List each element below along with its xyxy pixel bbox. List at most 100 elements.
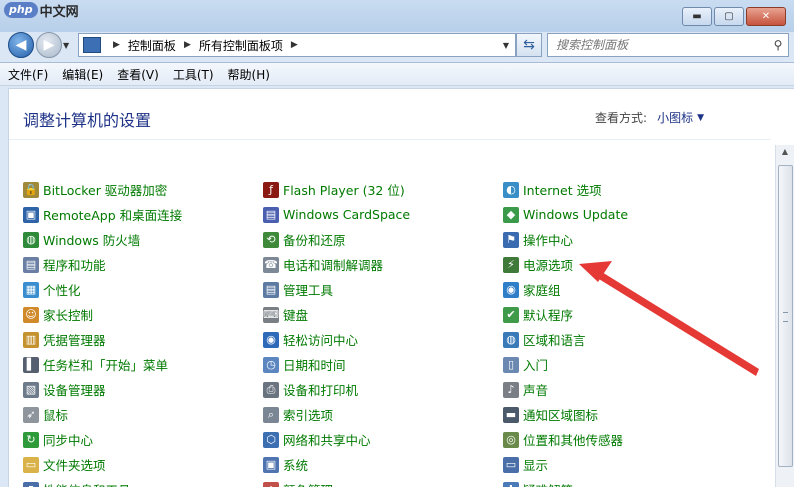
- control-panel-item[interactable]: ▦ 个性化: [23, 277, 182, 302]
- breadcrumb-separator-icon[interactable]: ▶: [113, 40, 120, 50]
- control-panel-item[interactable]: ⬡ 网络和共享中心: [263, 427, 410, 452]
- scroll-up-icon[interactable]: ▲: [778, 147, 792, 161]
- control-panel-item[interactable]: ▥ 凭据管理器: [23, 327, 182, 352]
- control-panel-item[interactable]: ◉ 轻松访问中心: [263, 327, 410, 352]
- cardspace-icon: ▤: [263, 206, 279, 223]
- close-button[interactable]: ✕: [746, 7, 786, 26]
- menu-view[interactable]: 查看(V): [117, 66, 159, 83]
- control-panel-item[interactable]: ▣ RemoteApp 和桌面连接: [23, 202, 182, 227]
- folder-options-icon: ▭: [23, 456, 39, 473]
- control-panel-item[interactable]: ◐ Internet 选项: [503, 177, 628, 202]
- color-management-icon: ◈: [263, 481, 279, 487]
- getting-started-icon: ▯: [503, 356, 519, 373]
- breadcrumb-separator-icon[interactable]: ▶: [291, 40, 298, 50]
- location-sensors-icon: ◎: [503, 431, 519, 448]
- address-bar[interactable]: ▶ 控制面板 ▶ 所有控制面板项 ▶ ▼: [78, 33, 516, 57]
- control-panel-item[interactable]: 🔒 BitLocker 驱动器加密: [23, 177, 182, 202]
- control-panel-item[interactable]: ▣ 系统: [263, 452, 410, 477]
- forward-button[interactable]: ▶: [36, 32, 62, 58]
- history-dropdown-icon[interactable]: ▼: [63, 41, 69, 50]
- control-panel-item-label: 任务栏和「开始」菜单: [43, 358, 169, 373]
- control-panel-item-label: 轻松访问中心: [283, 333, 359, 348]
- control-panel-item[interactable]: ◆ Windows Update: [503, 202, 628, 227]
- control-panel-item-label: 设备和打印机: [283, 383, 359, 398]
- control-panel-item[interactable]: ⌕ 索引选项: [263, 402, 410, 427]
- control-panel-item[interactable]: ☺ 家长控制: [23, 302, 182, 327]
- vertical-scrollbar[interactable]: ▲: [775, 145, 794, 487]
- search-box[interactable]: ⚲: [547, 33, 789, 57]
- control-panel-item[interactable]: ✚ 疑难解答: [503, 477, 628, 487]
- menu-file[interactable]: 文件(F): [8, 66, 48, 83]
- control-panel-item[interactable]: ▬ 通知区域图标: [503, 402, 628, 427]
- view-by-label: 查看方式:: [595, 111, 648, 125]
- search-input[interactable]: [548, 37, 768, 53]
- control-panel-item-label: 通知区域图标: [523, 408, 599, 423]
- control-panel-item[interactable]: ◍ Windows 防火墙: [23, 227, 182, 252]
- sync-center-icon: ↻: [23, 431, 39, 448]
- control-panel-item[interactable]: ↻ 同步中心: [23, 427, 182, 452]
- printer-icon: ⎙: [263, 381, 279, 398]
- control-panel-item[interactable]: ◍ 区域和语言: [503, 327, 628, 352]
- back-arrow-icon: ◀: [15, 37, 27, 53]
- ease-of-access-icon: ◉: [263, 331, 279, 348]
- control-panel-item[interactable]: ⚑ 操作中心: [503, 227, 628, 252]
- forward-arrow-icon: ▶: [43, 37, 55, 53]
- control-panel-item-label: 系统: [283, 458, 309, 473]
- bitlocker-icon: 🔒: [23, 181, 39, 198]
- search-icon[interactable]: ⚲: [768, 38, 788, 52]
- control-panel-item[interactable]: ⎙ 设备和打印机: [263, 377, 410, 402]
- breadcrumb-separator-icon[interactable]: ▶: [184, 40, 191, 50]
- control-panel-item[interactable]: ▧ 设备管理器: [23, 377, 182, 402]
- breadcrumb-all-items[interactable]: 所有控制面板项: [199, 37, 283, 54]
- control-panel-item[interactable]: ▤ 程序和功能: [23, 252, 182, 277]
- grip-icon: [783, 312, 788, 322]
- control-panel-item-label: 网络和共享中心: [283, 433, 371, 448]
- refresh-icon: ⇆: [523, 37, 535, 53]
- control-panel-item[interactable]: ▭ 文件夹选项: [23, 452, 182, 477]
- control-panel-content: 调整计算机的设置 查看方式: 小图标 ▼ 🔒 BitLocker 驱动器加密 ▣ Re…: [8, 88, 794, 487]
- control-panel-item[interactable]: ƒ Flash Player (32 位): [263, 177, 410, 202]
- control-panel-item-label: 程序和功能: [43, 258, 106, 273]
- control-panel-item[interactable]: ◈ 颜色管理: [263, 477, 410, 487]
- control-panel-item-label: 键盘: [283, 308, 309, 323]
- address-dropdown-icon[interactable]: ▼: [497, 41, 515, 50]
- control-panel-item[interactable]: ▤ Windows CardSpace: [263, 202, 410, 227]
- maximize-button[interactable]: ▢: [714, 7, 744, 26]
- control-panel-item[interactable]: ⚡ 电源选项: [503, 252, 628, 277]
- minimize-button[interactable]: ▬: [682, 7, 712, 26]
- scrollbar-thumb[interactable]: [778, 165, 793, 467]
- firewall-icon: ◍: [23, 231, 39, 248]
- control-panel-item[interactable]: ▯ 入门: [503, 352, 628, 377]
- view-by: 查看方式: 小图标 ▼: [595, 109, 704, 126]
- control-panel-item-label: Windows CardSpace: [283, 207, 411, 222]
- back-button[interactable]: ◀: [8, 32, 34, 58]
- control-panel-item[interactable]: ☎ 电话和调制解调器: [263, 252, 410, 277]
- refresh-button[interactable]: ⇆: [516, 33, 542, 57]
- control-panel-item[interactable]: ➶ 鼠标: [23, 402, 182, 427]
- control-panel-item[interactable]: ⟲ 备份和还原: [263, 227, 410, 252]
- menu-help[interactable]: 帮助(H): [228, 66, 270, 83]
- control-panel-item[interactable]: ▤ 管理工具: [263, 277, 410, 302]
- control-panel-item[interactable]: ◉ 家庭组: [503, 277, 628, 302]
- control-panel-item[interactable]: ♪ 声音: [503, 377, 628, 402]
- close-icon: ✕: [761, 11, 771, 22]
- control-panel-item[interactable]: ✔ 默认程序: [503, 302, 628, 327]
- menu-tools[interactable]: 工具(T): [173, 66, 214, 83]
- control-panel-item[interactable]: ⌨ 键盘: [263, 302, 410, 327]
- credential-manager-icon: ▥: [23, 331, 39, 348]
- title-bar: php 中文网 ▬ ▢ ✕: [0, 0, 794, 32]
- menu-edit[interactable]: 编辑(E): [62, 66, 103, 83]
- control-panel-item[interactable]: ◷ 日期和时间: [263, 352, 410, 377]
- control-panel-item[interactable]: ▌ 任务栏和「开始」菜单: [23, 352, 182, 377]
- php-watermark: php 中文网: [4, 0, 79, 20]
- view-by-dropdown[interactable]: 小图标: [657, 109, 693, 126]
- control-panel-item[interactable]: ▭ 显示: [503, 452, 628, 477]
- region-language-icon: ◍: [503, 331, 519, 348]
- control-panel-item-label: 操作中心: [523, 233, 574, 248]
- control-panel-item-label: 区域和语言: [523, 333, 586, 348]
- chevron-down-icon[interactable]: ▼: [697, 113, 704, 123]
- control-panel-item[interactable]: ◎ 位置和其他传感器: [503, 427, 628, 452]
- breadcrumb-control-panel[interactable]: 控制面板: [128, 37, 176, 54]
- control-panel-item[interactable]: ▮ 性能信息和工具: [23, 477, 182, 487]
- control-panel-item-label: Windows 防火墙: [43, 233, 141, 248]
